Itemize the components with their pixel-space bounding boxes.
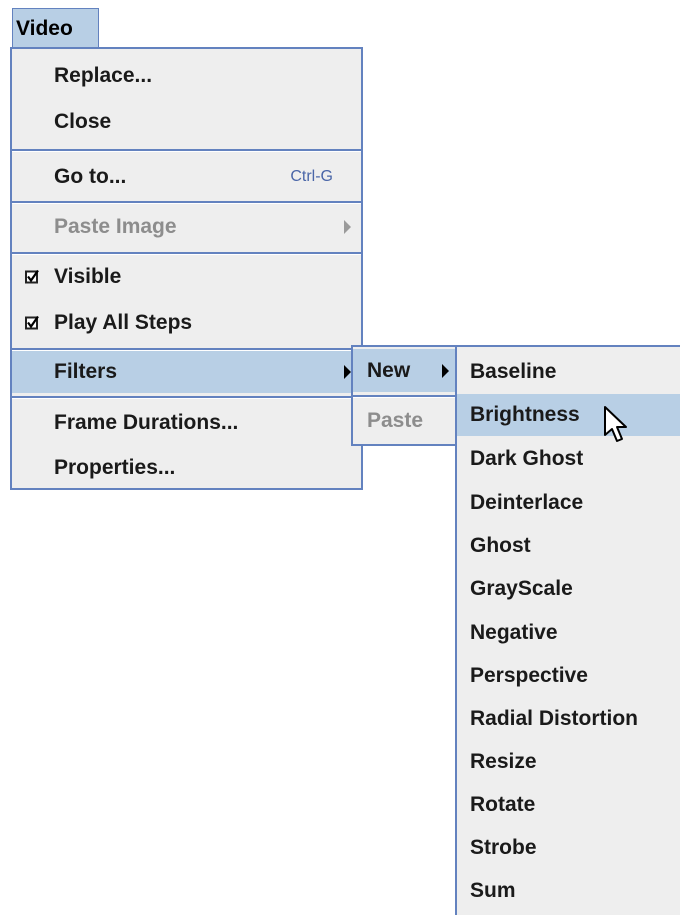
filters-submenu: New Paste (351, 345, 459, 446)
submenu-item-paste-label: Paste (367, 409, 424, 432)
submenu-arrow-icon (344, 219, 351, 234)
menu-item-goto[interactable]: Go to... Ctrl-G (12, 154, 361, 199)
menu-item-replace[interactable]: Replace... (12, 54, 361, 98)
filter-item-label: Sum (470, 878, 516, 902)
menu-separator (12, 201, 361, 204)
menu-item-play-all-steps[interactable]: Play All Steps (12, 300, 361, 345)
menu-separator (353, 395, 457, 398)
check-icon (25, 315, 39, 329)
filter-item-label: Deinterlace (470, 490, 584, 514)
filter-item-deinterlace[interactable]: Deinterlace (457, 481, 680, 524)
filter-item-label: Resize (470, 749, 537, 773)
menu-item-properties-label: Properties... (54, 456, 176, 479)
submenu-arrow-icon (442, 363, 449, 378)
menu-separator (12, 348, 361, 351)
menu-item-close[interactable]: Close (12, 100, 361, 144)
menu-item-frame-durations[interactable]: Frame Durations... (12, 401, 361, 445)
menu-video[interactable]: Video (12, 8, 99, 48)
video-menu-popup: Replace... Close Go to... Ctrl-G Paste I… (10, 47, 363, 490)
menu-item-replace-label: Replace... (54, 64, 153, 87)
menu-separator (12, 149, 361, 152)
menu-item-visible-label: Visible (54, 265, 122, 288)
filter-item-label: Strobe (470, 835, 537, 859)
filter-item-radial-distortion[interactable]: Radial Distortion (457, 697, 680, 740)
filter-item-rotate[interactable]: Rotate (457, 783, 680, 826)
menu-item-filters[interactable]: Filters (12, 351, 361, 393)
filter-item-strobe[interactable]: Strobe (457, 826, 680, 869)
filter-item-label: Dark Ghost (470, 446, 584, 470)
filter-item-ghost[interactable]: Ghost (457, 524, 680, 567)
menu-item-paste-image-label: Paste Image (54, 214, 177, 238)
goto-shortcut: Ctrl-G (290, 167, 333, 185)
submenu-item-new[interactable]: New (353, 349, 457, 392)
menu-item-goto-label: Go to... (54, 164, 127, 188)
filter-item-label: Rotate (470, 792, 536, 816)
filter-item-dark-ghost[interactable]: Dark Ghost (457, 437, 680, 480)
filter-item-grayscale[interactable]: GrayScale (457, 567, 680, 610)
menu-separator (12, 396, 361, 399)
menu-separator (12, 252, 361, 255)
menu-item-frame-durations-label: Frame Durations... (54, 411, 239, 434)
submenu-item-new-label: New (367, 358, 411, 382)
filter-item-perspective[interactable]: Perspective (457, 654, 680, 697)
new-filter-submenu: Baseline Brightness Dark Ghost Deinterla… (455, 345, 680, 915)
submenu-arrow-icon (344, 365, 351, 379)
filter-item-brightness[interactable]: Brightness (457, 394, 680, 436)
filter-item-label: Perspective (470, 663, 588, 687)
menu-item-filters-label: Filters (54, 360, 118, 383)
filter-item-sum[interactable]: Sum (457, 869, 680, 912)
menu-item-play-all-steps-label: Play All Steps (54, 310, 193, 334)
mouse-pointer-icon (604, 406, 627, 442)
menu-item-paste-image[interactable]: Paste Image (12, 204, 361, 249)
menu-item-close-label: Close (54, 110, 112, 133)
filter-item-resize[interactable]: Resize (457, 740, 680, 783)
filter-item-label: Negative (470, 620, 558, 644)
filter-item-label: Ghost (470, 533, 531, 557)
menu-item-visible[interactable]: Visible (12, 255, 361, 299)
check-icon (25, 269, 39, 284)
submenu-item-paste[interactable]: Paste (353, 398, 457, 444)
filter-item-baseline[interactable]: Baseline (457, 351, 680, 393)
filter-item-label: Baseline (470, 360, 557, 383)
filter-item-negative[interactable]: Negative (457, 611, 680, 654)
filter-item-label: Brightness (470, 403, 580, 426)
filter-item-label: GrayScale (470, 576, 573, 600)
filter-item-label: Radial Distortion (470, 706, 639, 730)
menu-item-properties[interactable]: Properties... (12, 446, 361, 490)
